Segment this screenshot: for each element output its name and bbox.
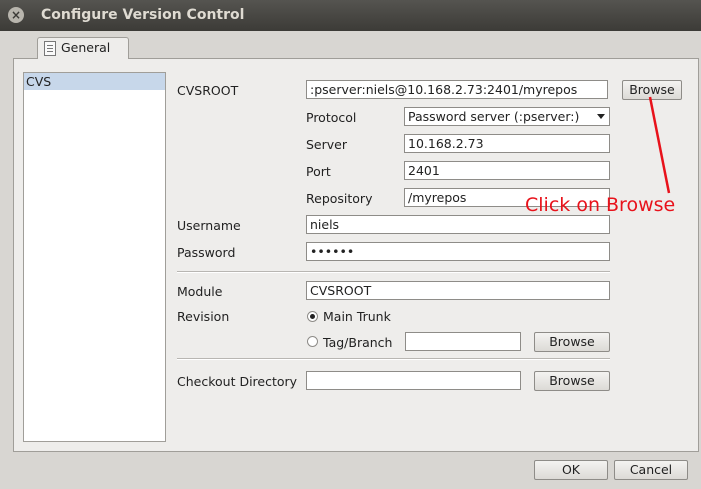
annotation-text: Click on Browse — [525, 194, 676, 216]
annotation-arrow — [648, 96, 671, 194]
